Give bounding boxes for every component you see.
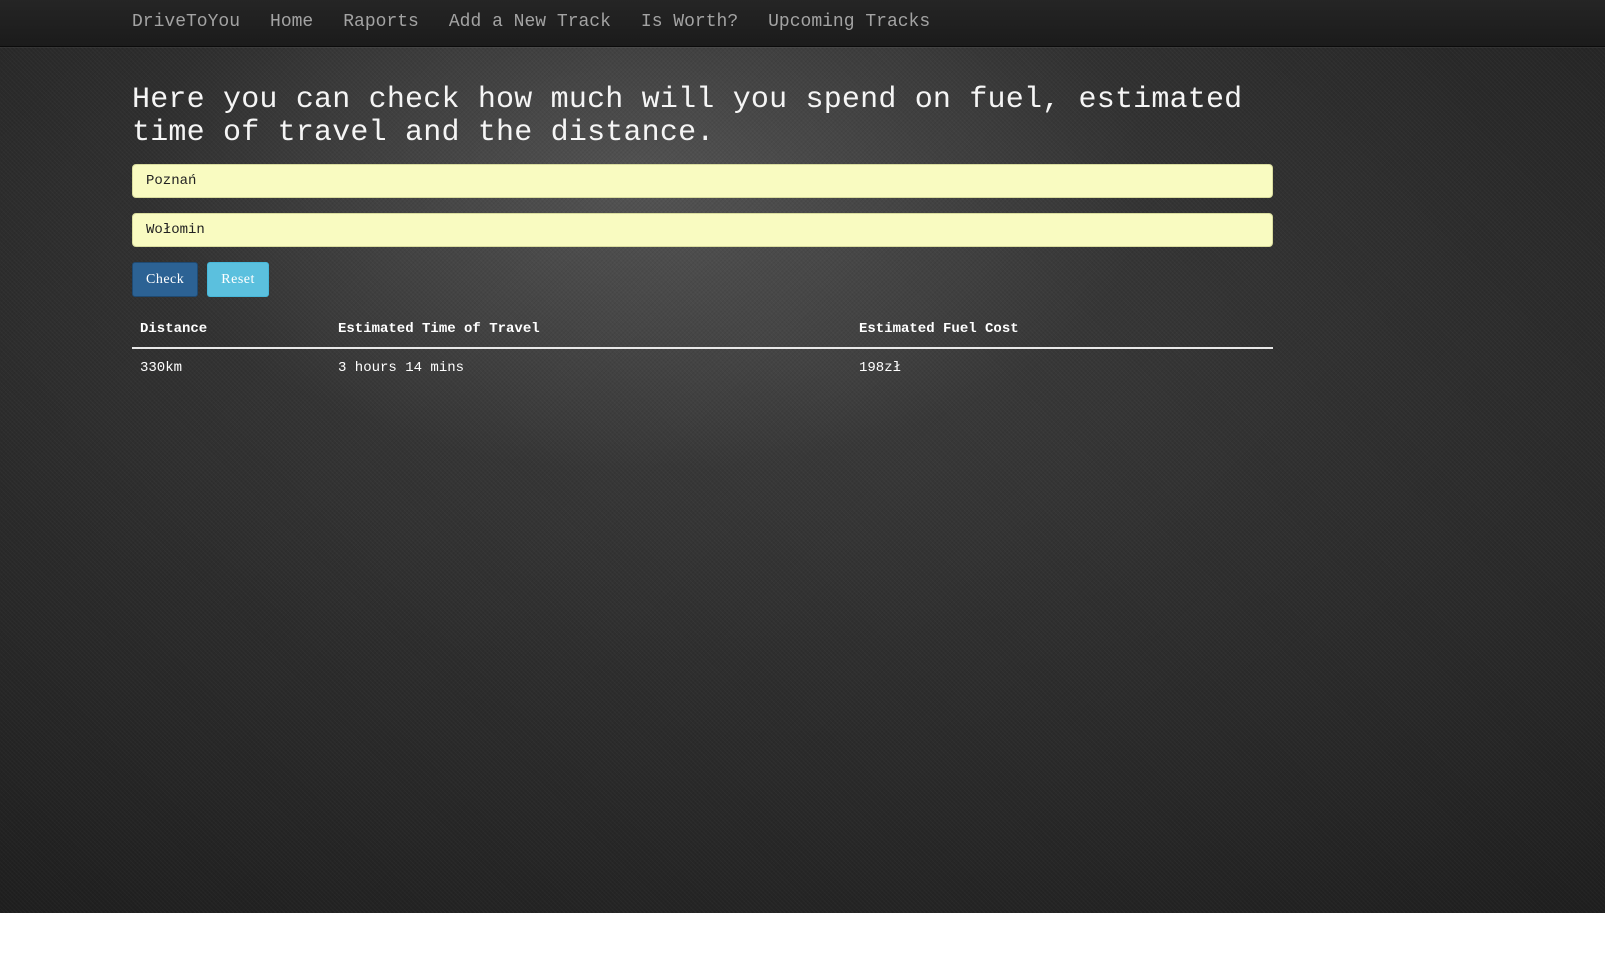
nav-link-raports[interactable]: Raports (343, 12, 419, 32)
reset-button[interactable]: Reset (207, 262, 269, 297)
form-buttons: Check Reset (132, 262, 1273, 297)
header-estimated-fuel-cost: Estimated Fuel Cost (851, 313, 1273, 349)
check-button[interactable]: Check (132, 262, 199, 297)
nav-link-upcoming-tracks[interactable]: Upcoming Tracks (768, 12, 930, 32)
brand-link[interactable]: DriveToYou (132, 12, 240, 32)
cell-distance: 330km (140, 360, 183, 376)
cell-estimated-time: 3 hours 14 mins (338, 360, 465, 376)
nav-link-home[interactable]: Home (270, 12, 313, 32)
page-background: DriveToYou Home Raports Add a New Track … (0, 0, 1605, 913)
header-distance: Distance (132, 313, 330, 349)
page-heading: Here you can check how much will you spe… (132, 83, 1243, 150)
header-estimated-time: Estimated Time of Travel (330, 313, 851, 349)
nav-link-add-new-track[interactable]: Add a New Track (449, 12, 611, 32)
main-content: Here you can check how much will you spe… (132, 84, 1273, 387)
nav-link-is-worth[interactable]: Is Worth? (641, 12, 738, 32)
results-table: Distance Estimated Time of Travel Estima… (132, 313, 1273, 387)
navbar-inner: DriveToYou Home Raports Add a New Track … (132, 0, 960, 44)
top-navbar: DriveToYou Home Raports Add a New Track … (0, 0, 1605, 47)
results-header-row: Distance Estimated Time of Travel Estima… (132, 313, 1273, 349)
table-row: 330km 3 hours 14 mins 198zł (132, 348, 1273, 387)
cell-fuel-cost: 198zł (859, 360, 902, 376)
origin-input[interactable] (132, 164, 1273, 198)
destination-input[interactable] (132, 213, 1273, 247)
